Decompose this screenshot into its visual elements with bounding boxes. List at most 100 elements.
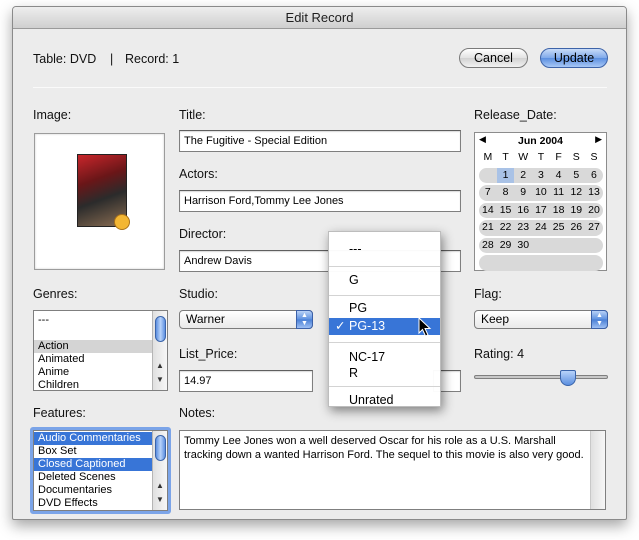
table-label: Table: DVD (33, 52, 97, 66)
menu-separator (329, 295, 440, 296)
calendar-day[interactable]: 13 (585, 185, 603, 201)
calendar-day[interactable]: 7 (479, 185, 497, 201)
calendar-day[interactable]: 30 (514, 238, 532, 254)
notes-scrollbar[interactable] (590, 431, 605, 509)
menu-separator (329, 386, 440, 387)
list-item[interactable]: Deleted Scenes (34, 471, 167, 484)
list-item[interactable]: Anime (34, 366, 167, 379)
menu-item[interactable]: NC-17 (329, 349, 440, 366)
weekday: T (502, 151, 509, 163)
calendar-day[interactable]: 21 (479, 220, 497, 236)
calendar-day[interactable]: 29 (497, 238, 515, 254)
calendar-day[interactable]: 20 (585, 203, 603, 219)
calendar-next-icon[interactable]: ▶ (595, 134, 602, 145)
calendar-day[interactable] (567, 238, 585, 254)
scroll-thumb[interactable] (155, 316, 166, 342)
calendar-day[interactable]: 26 (567, 220, 585, 236)
list-item[interactable] (34, 327, 167, 340)
notes-textarea[interactable]: Tommy Lee Jones won a well deserved Osca… (179, 430, 606, 510)
chevron-updown-icon: ▲ ▼ (591, 310, 608, 329)
calendar-day[interactable]: 16 (514, 203, 532, 219)
flag-popup[interactable]: Keep ▲ ▼ (474, 310, 608, 329)
calendar-day[interactable]: 4 (550, 168, 568, 184)
features-label: Features: (33, 406, 86, 420)
flag-label: Flag: (474, 287, 502, 301)
list-item[interactable]: Children (34, 379, 167, 390)
genres-scrollbar[interactable]: ▲ ▼ (152, 311, 167, 390)
list-item[interactable]: Box Set (34, 445, 167, 458)
list-item[interactable]: Animated (34, 353, 167, 366)
list-item[interactable]: Documentaries (34, 484, 167, 497)
menu-item[interactable]: R (329, 365, 440, 382)
image-well[interactable] (34, 133, 165, 270)
list-price-label: List_Price: (179, 347, 238, 361)
cancel-button[interactable]: Cancel (459, 48, 528, 68)
calendar-day[interactable] (550, 238, 568, 254)
genres-list[interactable]: --- Action Animated Anime Children ▲ ▼ (33, 310, 168, 391)
calendar-day[interactable]: 22 (497, 220, 515, 236)
calendar-day[interactable]: 6 (585, 168, 603, 184)
calendar-day[interactable]: 17 (532, 203, 550, 219)
calendar-day[interactable]: 19 (567, 203, 585, 219)
calendar-day[interactable]: 3 (532, 168, 550, 184)
calendar-day[interactable]: 18 (550, 203, 568, 219)
scroll-up-icon[interactable]: ▲ (156, 361, 164, 370)
features-scrollbar[interactable]: ▲ ▼ (152, 431, 167, 510)
calendar-day[interactable]: 9 (514, 185, 532, 201)
menu-separator (329, 342, 440, 343)
weekday: F (555, 151, 562, 163)
calendar-day[interactable]: 27 (585, 220, 603, 236)
calendar-day[interactable]: 14 (479, 203, 497, 219)
weekday: S (572, 151, 580, 163)
scroll-down-icon[interactable]: ▼ (156, 375, 164, 384)
features-list[interactable]: Audio Commentaries Box Set Closed Captio… (33, 430, 168, 511)
flag-value: Keep (481, 312, 510, 326)
calendar-grid: M T W T F S S 1 2 3 4 5 6 7 8 9 10 11 12… (479, 150, 603, 273)
title-label: Title: (179, 108, 206, 122)
release-date-calendar[interactable]: ◀ Jun 2004 ▶ M T W T F S S 1 2 3 4 5 6 7… (474, 132, 607, 271)
calendar-week-empty (479, 255, 603, 271)
calendar-day[interactable]: 23 (514, 220, 532, 236)
studio-popup[interactable]: Warner ▲ ▼ (179, 310, 313, 329)
calendar-day[interactable] (532, 238, 550, 254)
cover-badge (114, 214, 130, 230)
calendar-day[interactable]: 12 (567, 185, 585, 201)
menu-item[interactable]: --- (329, 241, 440, 258)
calendar-week: 1 2 3 4 5 6 (479, 167, 603, 184)
calendar-day-today[interactable]: 1 (496, 167, 515, 183)
menu-item[interactable]: PG (329, 300, 440, 317)
edit-record-window: Edit Record Table: DVD | Record: 1 Cance… (12, 6, 627, 520)
rating-label: Rating: 4 (474, 347, 525, 361)
scroll-down-icon[interactable]: ▼ (156, 495, 164, 504)
menu-item-label: PG-13 (349, 319, 386, 333)
rating-slider-knob[interactable] (560, 370, 576, 386)
calendar-day[interactable]: 25 (550, 220, 568, 236)
calendar-day[interactable]: 15 (497, 203, 515, 219)
scroll-thumb[interactable] (155, 435, 166, 461)
calendar-day[interactable]: 5 (567, 168, 585, 184)
calendar-month: Jun 2004 (518, 135, 563, 147)
list-item[interactable]: DVD Effects (34, 497, 167, 510)
title-field[interactable]: The Fugitive - Special Edition (179, 130, 461, 152)
calendar-day[interactable]: 8 (497, 185, 515, 201)
list-item[interactable]: Audio Commentaries (34, 432, 167, 445)
calendar-day[interactable]: 10 (532, 185, 550, 201)
calendar-day[interactable] (585, 238, 603, 254)
scroll-up-icon[interactable]: ▲ (156, 481, 164, 490)
calendar-day[interactable]: 24 (532, 220, 550, 236)
calendar-day[interactable]: 28 (479, 238, 497, 254)
calendar-day[interactable]: 2 (514, 168, 532, 184)
calendar-day[interactable] (479, 168, 497, 184)
studio-value: Warner (186, 312, 225, 326)
menu-item[interactable]: G (329, 272, 440, 289)
calendar-day[interactable]: 11 (550, 185, 568, 201)
menu-separator (329, 266, 440, 267)
actors-field[interactable]: Harrison Ford,Tommy Lee Jones (179, 190, 461, 212)
update-button[interactable]: Update (540, 48, 608, 68)
menu-item[interactable]: Unrated (329, 392, 440, 409)
list-item[interactable]: Closed Captioned (34, 458, 167, 471)
list-item[interactable]: --- (34, 314, 167, 327)
list-price-field[interactable]: 14.97 (179, 370, 313, 392)
list-item[interactable]: Action (34, 340, 167, 353)
rating-slider[interactable] (474, 370, 608, 386)
